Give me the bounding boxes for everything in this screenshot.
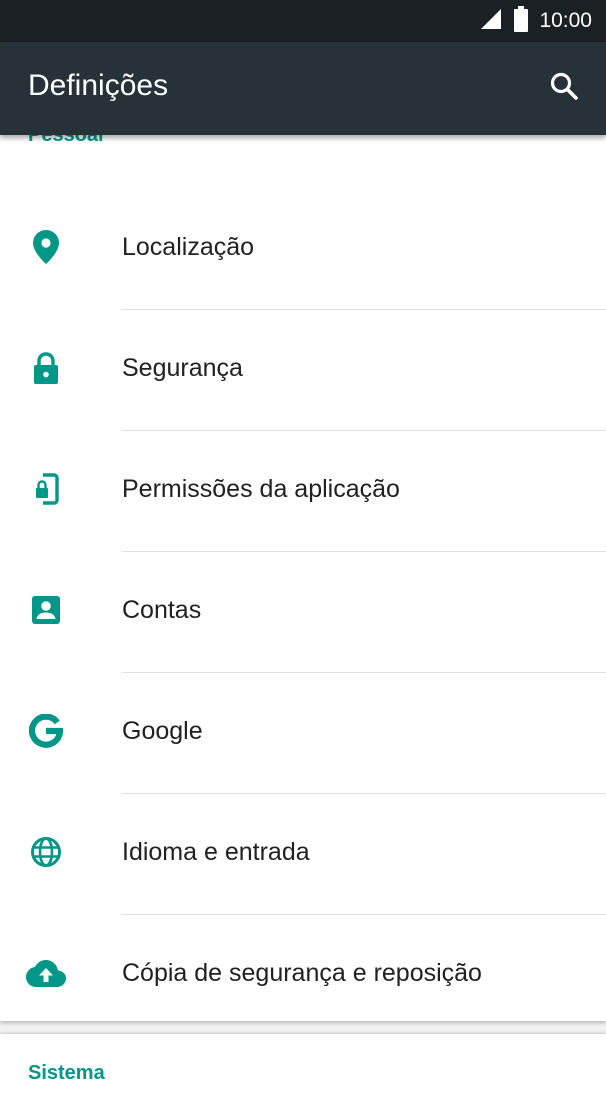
settings-card-system: Sistema bbox=[0, 1034, 606, 1094]
page-title: Definições bbox=[28, 69, 169, 102]
app-bar: Definições bbox=[0, 42, 606, 135]
status-time: 10:00 bbox=[539, 9, 592, 32]
settings-item-label: Localização bbox=[122, 233, 255, 261]
account-box-icon bbox=[26, 590, 66, 630]
settings-item-label: Permissões da aplicação bbox=[122, 475, 400, 503]
google-icon bbox=[26, 711, 66, 751]
settings-card-personal: Pessoal Localização Segurança Permissões… bbox=[0, 135, 606, 1021]
settings-item-backup-reset[interactable]: Cópia de segurança e reposição bbox=[0, 915, 606, 1021]
cloud-upload-icon bbox=[26, 953, 66, 993]
settings-item-app-permissions[interactable]: Permissões da aplicação bbox=[0, 431, 606, 552]
status-bar: 10:00 bbox=[0, 0, 606, 42]
status-icons: 10:00 bbox=[479, 0, 592, 42]
lock-icon bbox=[26, 348, 66, 388]
settings-item-google[interactable]: Google bbox=[0, 673, 606, 794]
app-permissions-icon bbox=[26, 469, 66, 509]
location-pin-icon bbox=[26, 227, 66, 267]
settings-item-label: Google bbox=[122, 717, 203, 745]
section-header-system: Sistema bbox=[28, 1062, 105, 1084]
settings-item-label: Contas bbox=[122, 596, 202, 624]
search-icon bbox=[549, 71, 579, 106]
settings-item-security[interactable]: Segurança bbox=[0, 310, 606, 431]
settings-item-label: Idioma e entrada bbox=[122, 838, 310, 866]
settings-item-language-input[interactable]: Idioma e entrada bbox=[0, 794, 606, 915]
section-header-personal: Pessoal bbox=[28, 135, 104, 146]
signal-icon bbox=[479, 7, 503, 36]
battery-icon bbox=[513, 5, 529, 37]
settings-item-accounts[interactable]: Contas bbox=[0, 552, 606, 673]
settings-item-label: Segurança bbox=[122, 354, 243, 382]
settings-item-location[interactable]: Localização bbox=[0, 189, 606, 310]
search-button[interactable] bbox=[542, 66, 586, 110]
globe-icon bbox=[26, 832, 66, 872]
settings-item-label: Cópia de segurança e reposição bbox=[122, 959, 482, 987]
